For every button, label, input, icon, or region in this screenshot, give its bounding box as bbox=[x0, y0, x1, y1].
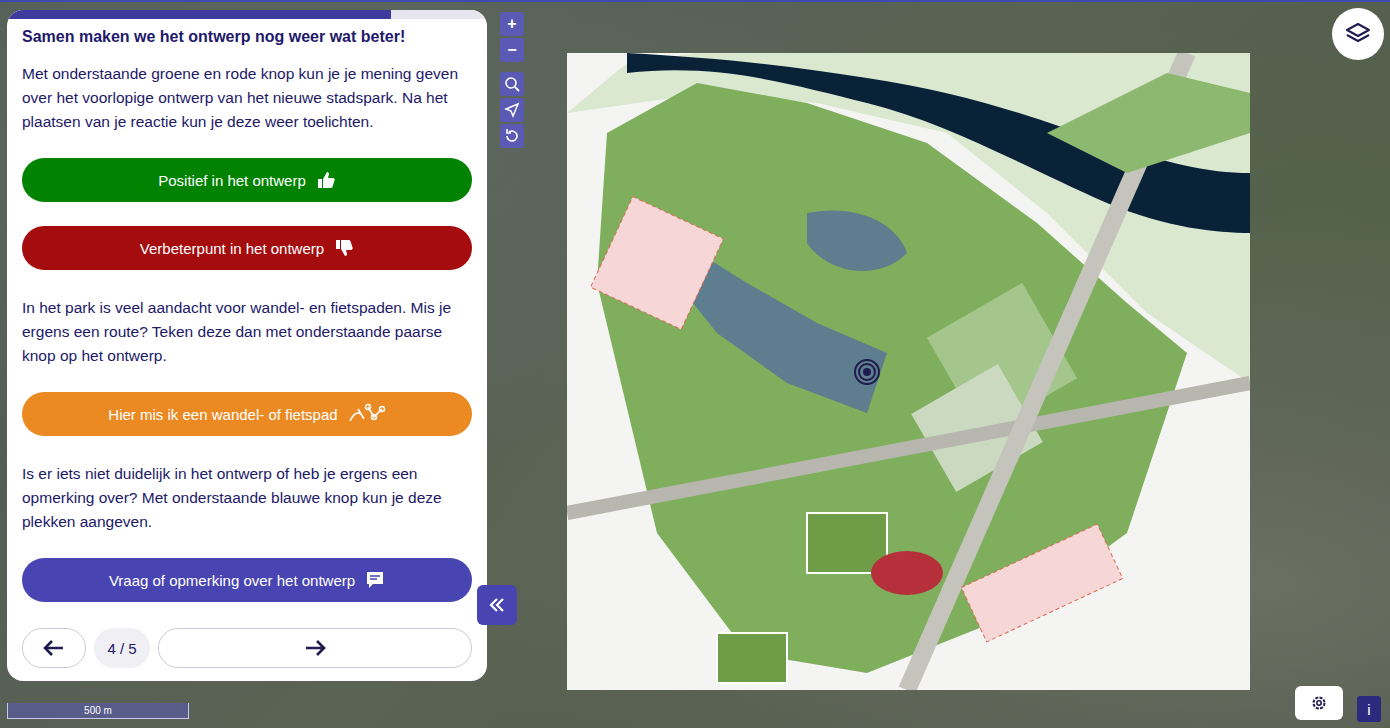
plan-drawing bbox=[567, 53, 1250, 690]
map-control-button[interactable] bbox=[500, 72, 524, 96]
action-button[interactable]: Positief in het ontwerp bbox=[22, 158, 472, 202]
button-group: Hier mis ik een wandel- of fietspad bbox=[22, 392, 472, 436]
map-control-button[interactable] bbox=[500, 124, 524, 148]
pager: 4 / 5 bbox=[22, 628, 472, 668]
arrow-left-icon bbox=[43, 639, 65, 657]
side-panel: Samen maken we het ontwerp nog weer wat … bbox=[7, 10, 487, 681]
arrow-right-icon bbox=[304, 639, 326, 657]
route-icon bbox=[348, 403, 386, 425]
map-control-button[interactable]: − bbox=[500, 38, 524, 62]
scale-bar: 500 m bbox=[7, 703, 189, 719]
locate-arrow-icon bbox=[504, 102, 520, 118]
previous-button[interactable] bbox=[22, 628, 86, 668]
panel-heading: Samen maken we het ontwerp nog weer wat … bbox=[22, 27, 472, 47]
map-control-button[interactable] bbox=[500, 98, 524, 122]
section-text: Met onderstaande groene en rode knop kun… bbox=[22, 62, 472, 134]
progress-bar bbox=[7, 10, 487, 19]
section-text: In het park is veel aandacht voor wandel… bbox=[22, 296, 472, 368]
map-controls: +− bbox=[500, 12, 524, 148]
progress-fill bbox=[7, 10, 391, 19]
target-icon bbox=[853, 358, 881, 386]
action-button[interactable]: Verbeterpunt in het ontwerp bbox=[22, 226, 472, 270]
target-marker[interactable] bbox=[853, 358, 881, 386]
map-screen: Samen maken we het ontwerp nog weer wat … bbox=[0, 0, 1390, 728]
button-label: Verbeterpunt in het ontwerp bbox=[140, 240, 324, 257]
double-chevron-left-icon bbox=[488, 597, 506, 613]
button-group: Vraag of opmerking over het ontwerp bbox=[22, 558, 472, 602]
reset-icon bbox=[504, 128, 520, 144]
layers-button[interactable] bbox=[1332, 8, 1384, 60]
info-button[interactable]: i bbox=[1357, 696, 1381, 722]
action-button[interactable]: Vraag of opmerking over het ontwerp bbox=[22, 558, 472, 602]
button-label: Positief in het ontwerp bbox=[158, 172, 306, 189]
thumbs-down-icon bbox=[334, 238, 354, 258]
control-label: + bbox=[507, 15, 516, 33]
layers-icon bbox=[1345, 21, 1371, 47]
section-text: Is er iets niet duidelijk in het ontwerp… bbox=[22, 462, 472, 534]
next-button[interactable] bbox=[158, 628, 472, 668]
settings-button[interactable] bbox=[1295, 686, 1343, 720]
button-group: Positief in het ontwerp Verbeterpunt in h… bbox=[22, 158, 472, 270]
button-label: Hier mis ik een wandel- of fietspad bbox=[108, 406, 337, 423]
button-label: Vraag of opmerking over het ontwerp bbox=[109, 572, 355, 589]
control-label: − bbox=[507, 41, 516, 59]
zoom-search-icon bbox=[504, 76, 520, 92]
top-line bbox=[0, 0, 1390, 2]
page-indicator: 4 / 5 bbox=[94, 628, 150, 668]
collapse-panel-button[interactable] bbox=[477, 585, 517, 625]
thumbs-up-icon bbox=[316, 170, 336, 190]
panel-section: In het park is veel aandacht voor wandel… bbox=[22, 296, 472, 462]
map-control-button[interactable]: + bbox=[500, 12, 524, 36]
panel-section: Met onderstaande groene en rode knop kun… bbox=[22, 62, 472, 296]
comment-icon bbox=[365, 570, 385, 590]
park-design-plan bbox=[567, 53, 1250, 690]
panel-section: Is er iets niet duidelijk in het ontwerp… bbox=[22, 462, 472, 628]
panel-body: Samen maken we het ontwerp nog weer wat … bbox=[7, 19, 487, 681]
action-button[interactable]: Hier mis ik een wandel- of fietspad bbox=[22, 392, 472, 436]
gear-icon bbox=[1310, 694, 1328, 712]
